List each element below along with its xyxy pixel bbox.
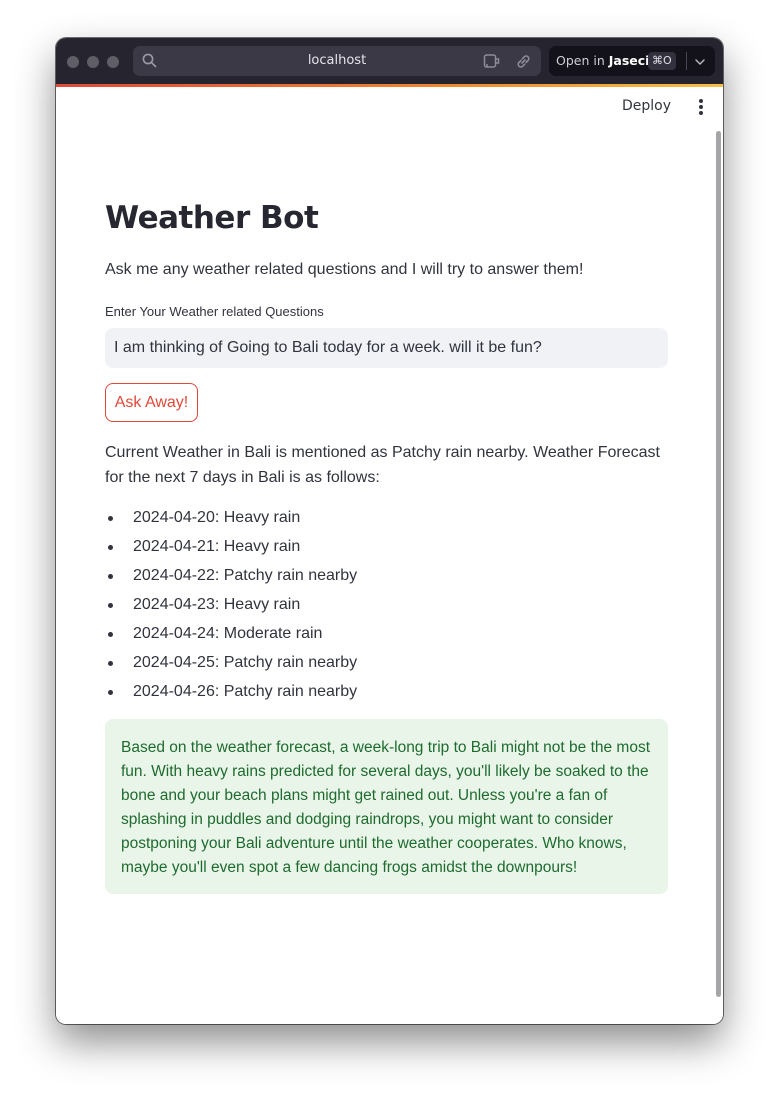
divider bbox=[686, 52, 687, 70]
shortcut-badge: ⌘O bbox=[648, 52, 676, 70]
question-input[interactable] bbox=[105, 328, 668, 368]
url-text: localhost bbox=[307, 53, 367, 68]
chevron-down-icon[interactable] bbox=[694, 55, 706, 70]
forecast-item: 2024-04-24: Moderate rain bbox=[105, 621, 357, 650]
app-viewport: Deploy Weather Bot Ask me any weather re… bbox=[56, 87, 723, 1024]
open-in-label: Open in Jaseci bbox=[556, 53, 650, 68]
address-bar[interactable]: localhost bbox=[133, 46, 541, 76]
browser-window: localhost Open in Jaseci ⌘O Deploy Weath… bbox=[56, 38, 723, 1024]
browser-titlebar: localhost Open in Jaseci ⌘O bbox=[56, 38, 723, 86]
scrollbar[interactable] bbox=[716, 131, 721, 997]
forecast-item: 2024-04-20: Heavy rain bbox=[105, 505, 357, 534]
link-icon[interactable] bbox=[515, 53, 532, 75]
page-subtitle: Ask me any weather related questions and… bbox=[105, 261, 584, 278]
kebab-menu-icon[interactable] bbox=[697, 99, 705, 117]
close-window-dot[interactable] bbox=[67, 56, 79, 68]
success-callout: Based on the weather forecast, a week-lo… bbox=[105, 719, 668, 894]
forecast-list: 2024-04-20: Heavy rain 2024-04-21: Heavy… bbox=[105, 505, 357, 708]
zoom-window-dot[interactable] bbox=[107, 56, 119, 68]
extension-icon[interactable] bbox=[483, 53, 503, 74]
weather-summary: Current Weather in Bali is mentioned as … bbox=[105, 444, 660, 486]
ask-away-button[interactable]: Ask Away! bbox=[105, 383, 198, 422]
forecast-item: 2024-04-26: Patchy rain nearby bbox=[105, 679, 357, 708]
forecast-item: 2024-04-21: Heavy rain bbox=[105, 534, 357, 563]
page-title: Weather Bot bbox=[105, 200, 319, 236]
forecast-item: 2024-04-23: Heavy rain bbox=[105, 592, 357, 621]
open-in-button[interactable]: Open in Jaseci ⌘O bbox=[549, 46, 715, 76]
forecast-item: 2024-04-22: Patchy rain nearby bbox=[105, 563, 357, 592]
minimize-window-dot[interactable] bbox=[87, 56, 99, 68]
deploy-button[interactable]: Deploy bbox=[622, 98, 671, 114]
forecast-item: 2024-04-25: Patchy rain nearby bbox=[105, 650, 357, 679]
open-in-brand: Jaseci bbox=[608, 53, 650, 68]
question-input-label: Enter Your Weather related Questions bbox=[105, 304, 324, 319]
